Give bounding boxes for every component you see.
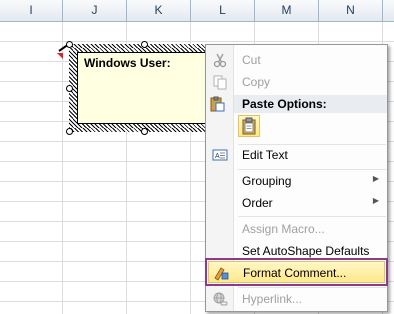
comment-author: Windows User:	[84, 56, 171, 70]
column-header-l[interactable]: L	[191, 0, 255, 21]
menu-item-label: Hyperlink...	[242, 292, 303, 306]
menu-item-label: Format Comment...	[243, 266, 347, 280]
menu-item-copy[interactable]: Copy	[208, 71, 385, 93]
comment-box[interactable]: Windows User:	[69, 44, 221, 132]
menu-item-order[interactable]: Order ▶	[208, 192, 385, 214]
column-header-j[interactable]: J	[63, 0, 127, 21]
grid-line	[62, 22, 63, 314]
grid-line	[0, 41, 394, 42]
paste-options-header: Paste Options:	[210, 95, 387, 113]
menu-item-label: Cut	[242, 53, 261, 67]
paste-options-label: Paste Options:	[242, 97, 327, 111]
column-header-m[interactable]: M	[255, 0, 319, 21]
scissors-icon	[212, 52, 228, 68]
resize-handle[interactable]	[66, 85, 73, 92]
resize-handle[interactable]	[66, 128, 73, 135]
menu-item-grouping[interactable]: Grouping ▶	[208, 170, 385, 192]
comment-body[interactable]: Windows User:	[77, 52, 213, 124]
menu-item-set-autoshape-defaults[interactable]: Set AutoShape Defaults	[208, 240, 385, 262]
format-comment-icon	[213, 265, 229, 281]
paste-clipboard-icon	[242, 117, 256, 135]
clipboard-icon	[209, 96, 225, 112]
menu-item-assign-macro[interactable]: Assign Macro...	[208, 218, 385, 240]
menu-item-hyperlink[interactable]: Hyperlink...	[208, 288, 385, 310]
resize-handle[interactable]	[141, 41, 148, 48]
comment-indicator-icon	[57, 53, 63, 59]
column-header-i[interactable]: I	[0, 0, 63, 21]
column-header-row: I J K L M N	[0, 0, 394, 22]
copy-icon	[212, 74, 228, 90]
menu-item-label: Grouping	[242, 174, 292, 188]
column-header-n[interactable]: N	[319, 0, 383, 21]
context-menu: Cut Copy Paste Options: A Edit Text Grou…	[205, 44, 388, 312]
resize-handle[interactable]	[66, 41, 73, 48]
column-header-k[interactable]: K	[127, 0, 191, 21]
menu-item-format-comment[interactable]: Format Comment...	[205, 258, 388, 286]
menu-item-label: Copy	[242, 75, 271, 89]
resize-handle[interactable]	[141, 128, 148, 135]
menu-separator	[238, 216, 386, 217]
submenu-arrow-icon: ▶	[372, 196, 379, 205]
hyperlink-icon	[212, 291, 228, 307]
submenu-arrow-icon: ▶	[372, 174, 379, 183]
edit-text-icon: A	[212, 147, 228, 163]
menu-item-label: Set AutoShape Defaults	[242, 244, 370, 258]
paste-option-button[interactable]	[238, 115, 260, 137]
svg-text:A: A	[215, 153, 220, 160]
menu-item-edit-text[interactable]: A Edit Text	[208, 144, 385, 166]
menu-item-cut[interactable]: Cut	[208, 49, 385, 71]
menu-item-label: Order	[242, 196, 273, 210]
menu-item-label: Assign Macro...	[242, 222, 325, 236]
menu-item-label: Edit Text	[242, 148, 288, 162]
